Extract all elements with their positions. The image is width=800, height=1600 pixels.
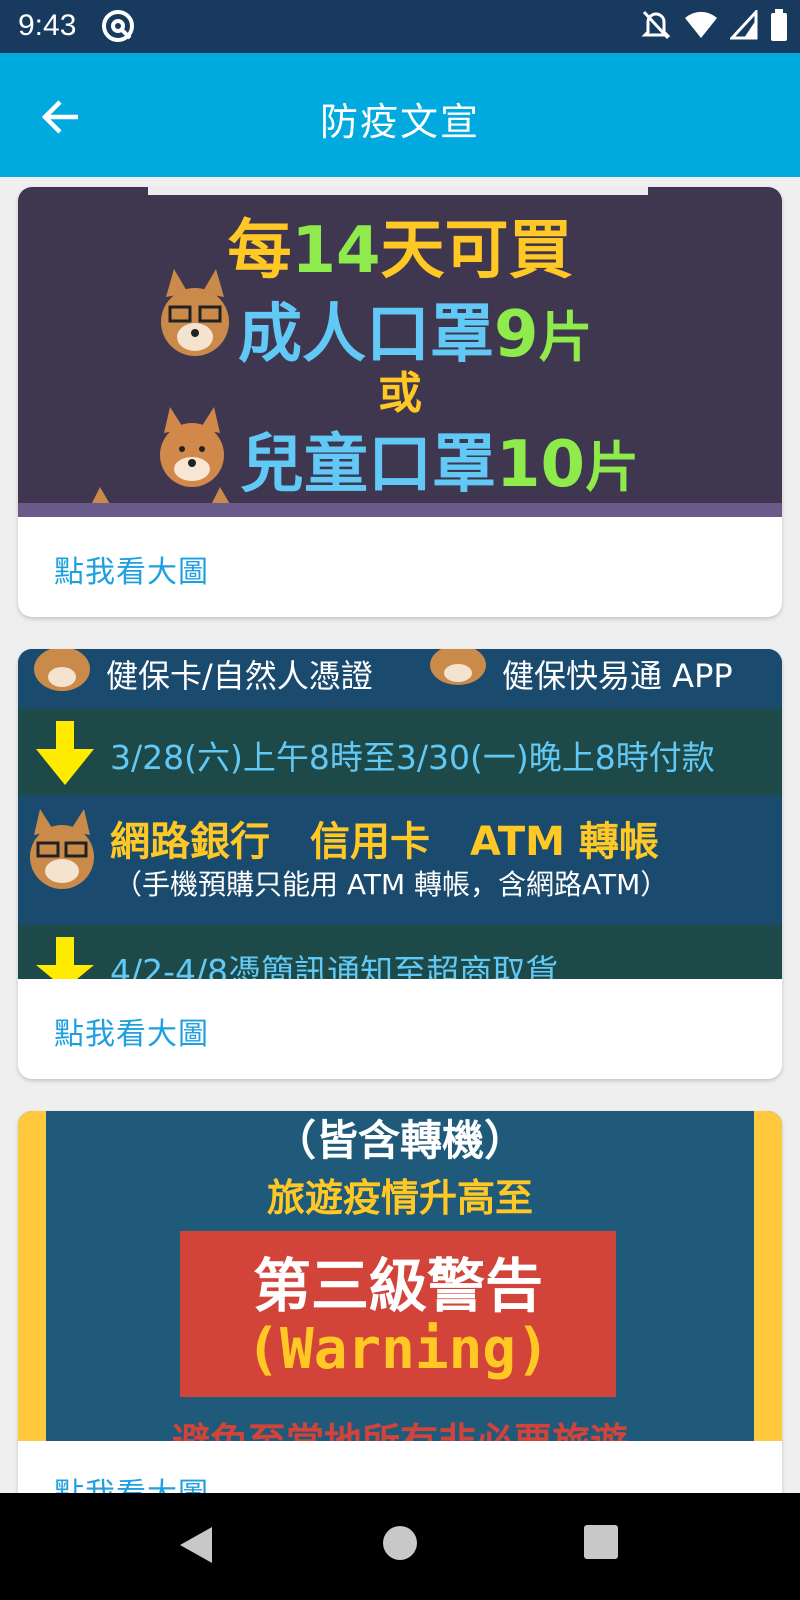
poster-text: (Warning) <box>246 1317 550 1382</box>
home-circle-icon[interactable] <box>380 1523 420 1563</box>
system-nav-bar <box>0 1493 800 1600</box>
app-bar: 防疫文宣 <box>0 53 800 177</box>
view-large-image-link[interactable]: 點我看大圖 <box>54 1009 209 1053</box>
battery-icon <box>771 9 787 41</box>
poster-text: 每 <box>227 214 292 288</box>
status-time: 9:43 <box>18 9 77 42</box>
status-bar: 9:43 <box>0 0 800 53</box>
poster-text: （皆含轉機） <box>273 1116 526 1165</box>
back-triangle-icon[interactable] <box>176 1523 216 1567</box>
poster-line-1: 每14天可買 <box>18 199 782 291</box>
poster-image-purchase-steps[interactable]: 健保卡/自然人憑證 健保快易通 APP 3/28(六)上午8時至3/30(一)晚… <box>18 649 782 979</box>
poster-line-4: 兒童口罩10片 <box>240 413 639 505</box>
poster-card[interactable]: 每14天可買 成人口罩9片 或 兒童口罩10片 點我看大圖 <box>18 187 782 617</box>
view-large-image-link[interactable]: 點我看大圖 <box>54 1469 209 1493</box>
poster-text: 健保卡/自然人憑證 <box>106 657 373 695</box>
poster-image-mask-purchase[interactable]: 每14天可買 成人口罩9片 或 兒童口罩10片 <box>18 187 782 517</box>
poster-card[interactable]: （皆含轉機） 旅遊疫情升高至 第三級警告 (Warning) 避免至當地所有非必… <box>18 1111 782 1493</box>
poster-text: （手機預購只能用 ATM 轉帳，含網路ATM） <box>114 868 669 901</box>
card-list[interactable]: 每14天可買 成人口罩9片 或 兒童口罩10片 點我看大圖 健保卡/自然人憑證 … <box>0 177 800 1493</box>
poster-text: 避免至當地所有非必要旅遊 <box>18 1411 782 1441</box>
poster-card[interactable]: 健保卡/自然人憑證 健保快易通 APP 3/28(六)上午8時至3/30(一)晚… <box>18 649 782 1079</box>
poster-number: 14 <box>291 214 381 288</box>
signal-icon <box>730 10 758 40</box>
sync-icon <box>102 10 134 42</box>
poster-number: 10 <box>496 428 586 502</box>
poster-image-travel-warning[interactable]: （皆含轉機） 旅遊疫情升高至 第三級警告 (Warning) 避免至當地所有非必… <box>18 1111 782 1441</box>
poster-text: 第三級警告 <box>252 1252 543 1320</box>
poster-text: 旅遊疫情升高至 <box>266 1176 533 1220</box>
page-title: 防疫文宣 <box>319 100 480 144</box>
view-large-image-link[interactable]: 點我看大圖 <box>54 547 209 591</box>
poster-text: 健保快易通 APP <box>502 657 733 695</box>
poster-text: 片 <box>585 436 640 499</box>
poster-text: 4/2-4/8憑簡訊通知至超商取貨 <box>110 952 559 979</box>
recents-square-icon[interactable] <box>582 1523 620 1561</box>
poster-line-3: 或 <box>378 368 422 419</box>
wifi-icon <box>685 11 717 39</box>
poster-text: 網路銀行 信用卡 ATM 轉帳 <box>110 819 659 865</box>
poster-text: 3/28(六)上午8時至3/30(一)晚上8時付款 <box>110 738 715 777</box>
warning-box: 第三級警告 (Warning) <box>180 1231 616 1397</box>
poster-text: 天可買 <box>380 214 573 288</box>
dog-icon <box>34 649 90 691</box>
mute-icon <box>641 10 671 40</box>
poster-text: 兒童口罩 <box>240 428 496 502</box>
